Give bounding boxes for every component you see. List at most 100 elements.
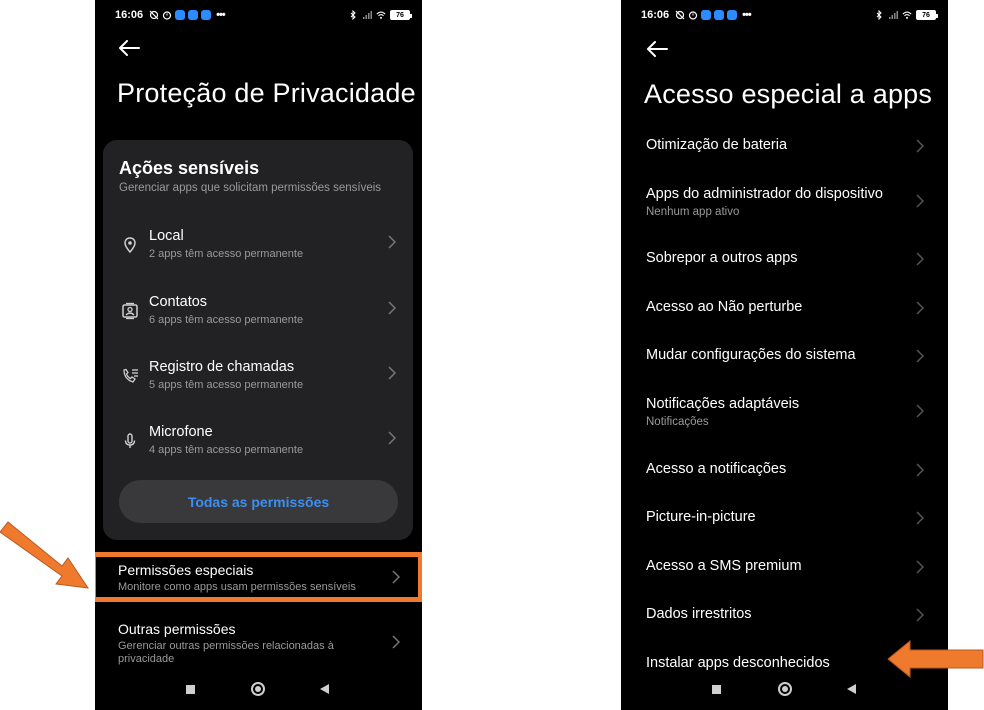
annotation-arrow-icon xyxy=(887,640,984,678)
chevron-right-icon xyxy=(392,635,400,649)
page-title: Acesso especial a apps xyxy=(644,79,933,109)
app-notification-icon xyxy=(714,10,725,20)
list-item-label: Dados irrestritos xyxy=(646,606,752,622)
list-item-battery-optimization[interactable]: Otimização de bateria xyxy=(621,134,948,158)
microphone-icon xyxy=(124,433,136,448)
card-subtitle: Gerenciar apps que solicitam permissões … xyxy=(119,182,382,194)
bluetooth-icon xyxy=(350,10,356,20)
list-item-display-over-apps[interactable]: Sobrepor a outros apps xyxy=(621,247,948,271)
app-notification-icon xyxy=(727,10,738,20)
app-notification-icon xyxy=(201,10,212,20)
home-button[interactable] xyxy=(251,682,265,696)
signal-icon xyxy=(889,11,898,19)
location-pin-icon xyxy=(124,237,136,254)
other-permissions-row[interactable]: Outras permissões Gerenciar outras permi… xyxy=(95,618,422,668)
alarm-icon xyxy=(163,11,172,20)
list-item-notification-access[interactable]: Acesso a notificações xyxy=(621,458,948,482)
alarm-icon xyxy=(689,11,698,20)
permission-label: Local xyxy=(149,228,184,244)
nav-back-button[interactable] xyxy=(320,684,329,694)
card-title: Ações sensíveis xyxy=(119,158,260,178)
contacts-icon xyxy=(122,302,138,320)
list-item-subtitle: Nenhum app ativo xyxy=(646,206,740,218)
permission-label: Registro de chamadas xyxy=(149,359,295,375)
back-button[interactable] xyxy=(115,36,143,60)
battery-icon: 76 xyxy=(916,10,938,20)
list-item-do-not-disturb-access[interactable]: Acesso ao Não perturbe xyxy=(621,296,948,320)
left-phone-screen: 16:06 ••• 76 Proteção de Privacidade Açõ… xyxy=(95,0,422,710)
permission-row-microphone[interactable]: Microfone 4 apps têm acesso permanente xyxy=(103,420,413,470)
chevron-right-icon xyxy=(916,463,924,477)
list-item-label: Acesso a notificações xyxy=(646,461,787,477)
permission-subtitle: 5 apps têm acesso permanente xyxy=(149,379,304,391)
chevron-right-icon xyxy=(388,235,396,249)
list-item-adaptive-notifications[interactable]: Notificações adaptáveis Notificações xyxy=(621,394,948,430)
list-item-subtitle: Notificações xyxy=(646,416,709,428)
other-permissions-subtitle-line2: privacidade xyxy=(118,653,175,665)
annotation-arrow-icon xyxy=(0,521,90,589)
list-item-label: Otimização de bateria xyxy=(646,137,788,153)
permission-row-call-log[interactable]: Registro de chamadas 5 apps têm acesso p… xyxy=(103,355,413,405)
list-item-label: Acesso a SMS premium xyxy=(646,558,802,574)
other-permissions-label: Outras permissões xyxy=(118,621,236,637)
chevron-right-icon xyxy=(916,194,924,208)
chevron-right-icon xyxy=(388,301,396,315)
list-item-premium-sms-access[interactable]: Acesso a SMS premium xyxy=(621,555,948,579)
chevron-right-icon xyxy=(916,608,924,622)
chevron-right-icon xyxy=(388,366,396,380)
other-permissions-subtitle-line1: Gerenciar outras permissões relacionadas… xyxy=(118,640,334,652)
chevron-right-icon xyxy=(916,560,924,574)
permission-label: Contatos xyxy=(149,294,208,310)
battery-icon: 76 xyxy=(390,10,412,20)
permission-subtitle: 6 apps têm acesso permanente xyxy=(149,314,304,326)
back-arrow-icon xyxy=(647,41,668,57)
wifi-icon xyxy=(902,11,912,19)
chevron-right-icon xyxy=(916,301,924,315)
permission-label: Microfone xyxy=(149,424,213,440)
signal-icon xyxy=(363,11,372,19)
status-bar: 16:06 ••• 76 xyxy=(621,6,948,24)
sensitive-actions-card: Ações sensíveis Gerenciar apps que solic… xyxy=(103,140,413,540)
permission-subtitle: 2 apps têm acesso permanente xyxy=(149,248,304,260)
recents-button[interactable] xyxy=(186,685,195,694)
list-item-label: Instalar apps desconhecidos xyxy=(646,655,830,671)
recents-button[interactable] xyxy=(712,685,721,694)
list-item-label: Acesso ao Não perturbe xyxy=(646,299,803,315)
list-item-device-admin-apps[interactable]: Apps do administrador do dispositivo Nen… xyxy=(621,184,948,220)
all-permissions-button[interactable]: Todas as permissões xyxy=(119,480,398,523)
bluetooth-icon xyxy=(876,10,882,20)
list-item-unrestricted-data[interactable]: Dados irrestritos xyxy=(621,603,948,627)
list-item-label: Picture-in-picture xyxy=(646,509,756,525)
more-notifications-icon: ••• xyxy=(742,9,752,21)
permission-row-location[interactable]: Local 2 apps têm acesso permanente xyxy=(103,224,413,274)
chevron-right-icon xyxy=(916,404,924,418)
list-item-label: Mudar configurações do sistema xyxy=(646,347,856,363)
status-time: 16:06 xyxy=(115,9,144,21)
more-notifications-icon: ••• xyxy=(216,9,226,21)
list-item-modify-system-settings[interactable]: Mudar configurações do sistema xyxy=(621,344,948,368)
call-log-icon xyxy=(123,368,138,383)
right-phone-screen: 16:06 ••• 76 Acesso especial a apps Otim… xyxy=(621,0,948,710)
dnd-off-icon xyxy=(675,10,685,20)
app-notification-icon xyxy=(188,10,199,20)
nav-back-button[interactable] xyxy=(847,684,856,694)
app-notification-icon xyxy=(175,10,186,20)
status-time: 16:06 xyxy=(641,9,670,21)
dnd-off-icon xyxy=(149,10,159,20)
wifi-icon xyxy=(376,11,386,19)
page-title: Proteção de Privacidade xyxy=(117,78,416,108)
chevron-right-icon xyxy=(916,349,924,363)
status-bar: 16:06 ••• 76 xyxy=(95,6,422,24)
home-button[interactable] xyxy=(778,682,792,696)
app-notification-icon xyxy=(701,10,712,20)
permission-row-contacts[interactable]: Contatos 6 apps têm acesso permanente xyxy=(103,290,413,340)
permission-subtitle: 4 apps têm acesso permanente xyxy=(149,444,304,456)
list-item-label: Apps do administrador do dispositivo xyxy=(646,186,883,202)
chevron-right-icon xyxy=(388,431,396,445)
back-button[interactable] xyxy=(643,37,671,61)
list-item-label: Sobrepor a outros apps xyxy=(646,250,798,266)
chevron-right-icon xyxy=(916,511,924,525)
navigation-bar xyxy=(621,680,948,700)
chevron-right-icon xyxy=(916,252,924,266)
list-item-picture-in-picture[interactable]: Picture-in-picture xyxy=(621,506,948,530)
